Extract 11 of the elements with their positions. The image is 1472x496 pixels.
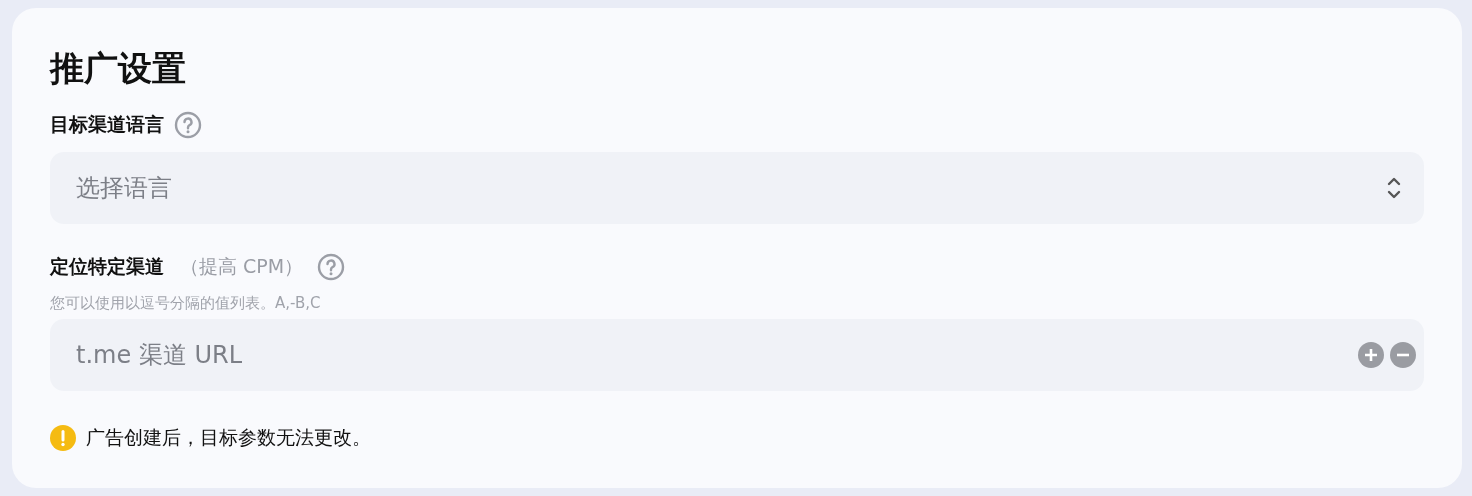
label-note: （提高 CPM） (180, 254, 304, 279)
remove-icon[interactable] (1390, 342, 1416, 368)
field-label: 目标渠道语言 (50, 112, 164, 137)
hint-text: 您可以使用以逗号分隔的值列表。A,-B,C (50, 294, 322, 313)
warning-text: 广告创建后，目标参数无法更改。 (86, 425, 371, 450)
section-title: 推广设置 (50, 47, 187, 90)
add-icon[interactable] (1358, 342, 1384, 368)
warning-icon (50, 425, 76, 451)
field-label: 定位特定渠道 (50, 254, 164, 279)
help-icon[interactable] (174, 111, 202, 139)
help-icon[interactable] (317, 253, 346, 281)
